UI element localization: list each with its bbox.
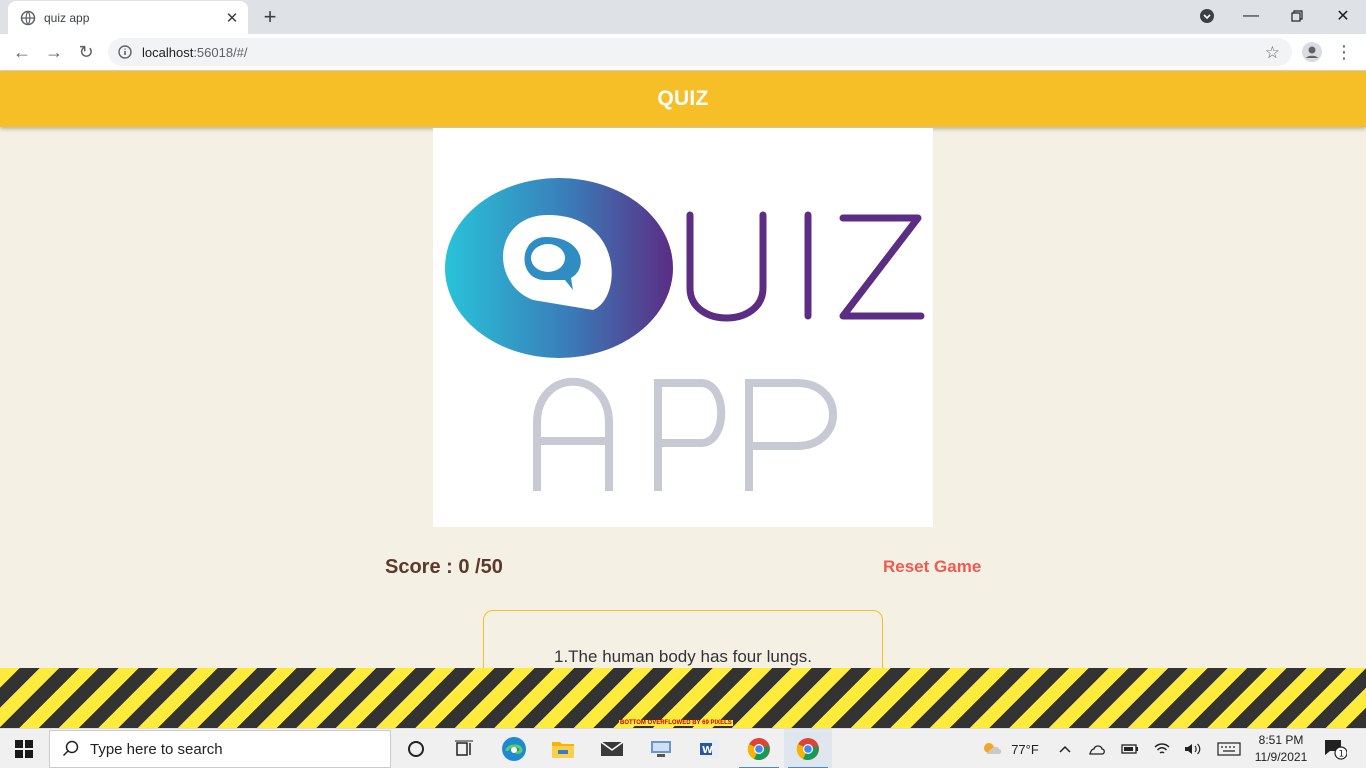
wifi-icon[interactable] [1150, 729, 1174, 768]
score-label: Score : 0 /50 [385, 556, 503, 578]
taskbar-clock[interactable]: 8:51 PM 11/9/2021 [1248, 732, 1314, 766]
new-tab-icon[interactable]: + [256, 4, 284, 29]
battery-icon[interactable] [1118, 729, 1142, 768]
tab-title: quiz app [44, 10, 90, 25]
task-view-icon[interactable] [440, 729, 488, 768]
bookmark-star-icon[interactable]: ☆ [1265, 43, 1280, 63]
keyboard-icon[interactable] [1214, 729, 1244, 768]
tab-search-icon[interactable] [1184, 0, 1230, 32]
windows-start-icon[interactable] [0, 729, 48, 768]
onedrive-icon[interactable] [1084, 729, 1108, 768]
reload-icon[interactable]: ↻ [72, 38, 100, 66]
forward-icon[interactable]: → [40, 38, 68, 66]
reset-game-button[interactable]: Reset Game [883, 557, 981, 577]
url-text: localhost:56018/#/ [142, 45, 248, 60]
clock-date: 11/9/2021 [1254, 750, 1308, 764]
browser-toolbar: ← → ↻ localhost:56018/#/ ☆ ⋮ [0, 34, 1366, 71]
app-title: QUIZ [657, 87, 709, 110]
question-text: 1.The human body has four lungs. [554, 647, 812, 666]
overflow-warning-label: BOTTOM OVERFLOWED BY 69 PIXELS [619, 720, 733, 726]
taskbar: Type here to search W 77°F 8:51 PM 11/9/… [0, 728, 1366, 768]
search-icon [62, 740, 79, 757]
weather-temp[interactable]: 77°F [1008, 729, 1042, 768]
search-placeholder: Type here to search [90, 740, 223, 758]
chrome-window-icon[interactable] [784, 729, 832, 768]
url-path: :56018/#/ [193, 44, 248, 60]
restore-icon[interactable] [1274, 0, 1320, 32]
volume-icon[interactable] [1180, 729, 1204, 768]
svg-text:W: W [702, 745, 713, 756]
network-app-icon[interactable] [637, 729, 685, 768]
browser-tabstrip: quiz app ✕ + — ✕ [0, 0, 1366, 34]
menu-kebab-icon[interactable]: ⋮ [1330, 38, 1358, 66]
clock-time: 8:51 PM [1258, 733, 1304, 747]
profile-icon[interactable] [1298, 38, 1326, 66]
back-icon[interactable]: ← [8, 38, 36, 66]
overflow-warning-stripes [0, 668, 1366, 728]
globe-icon [20, 10, 36, 26]
url-host: localhost [142, 44, 194, 60]
app-bar: QUIZ [0, 71, 1366, 127]
edge-icon[interactable] [490, 729, 538, 768]
address-bar[interactable]: localhost:56018/#/ ☆ [108, 38, 1292, 66]
cortana-icon[interactable] [392, 729, 440, 768]
info-icon[interactable] [118, 45, 132, 59]
browser-tab[interactable]: quiz app ✕ [8, 1, 248, 34]
word-icon[interactable]: W [686, 729, 734, 768]
taskbar-search[interactable]: Type here to search [49, 730, 391, 768]
minimize-icon[interactable]: — [1228, 0, 1274, 32]
file-explorer-icon[interactable] [539, 729, 587, 768]
quiz-app-logo [433, 128, 933, 527]
window-close-icon[interactable]: ✕ [1320, 0, 1366, 32]
notification-center-icon[interactable]: 1 [1318, 729, 1352, 768]
tray-expand-icon[interactable] [1054, 729, 1076, 768]
tab-close-icon[interactable]: ✕ [220, 6, 244, 30]
notification-count: 1 [1339, 750, 1345, 760]
chrome-icon[interactable] [735, 729, 783, 768]
mail-icon[interactable] [588, 729, 636, 768]
weather-icon[interactable] [978, 729, 1006, 768]
